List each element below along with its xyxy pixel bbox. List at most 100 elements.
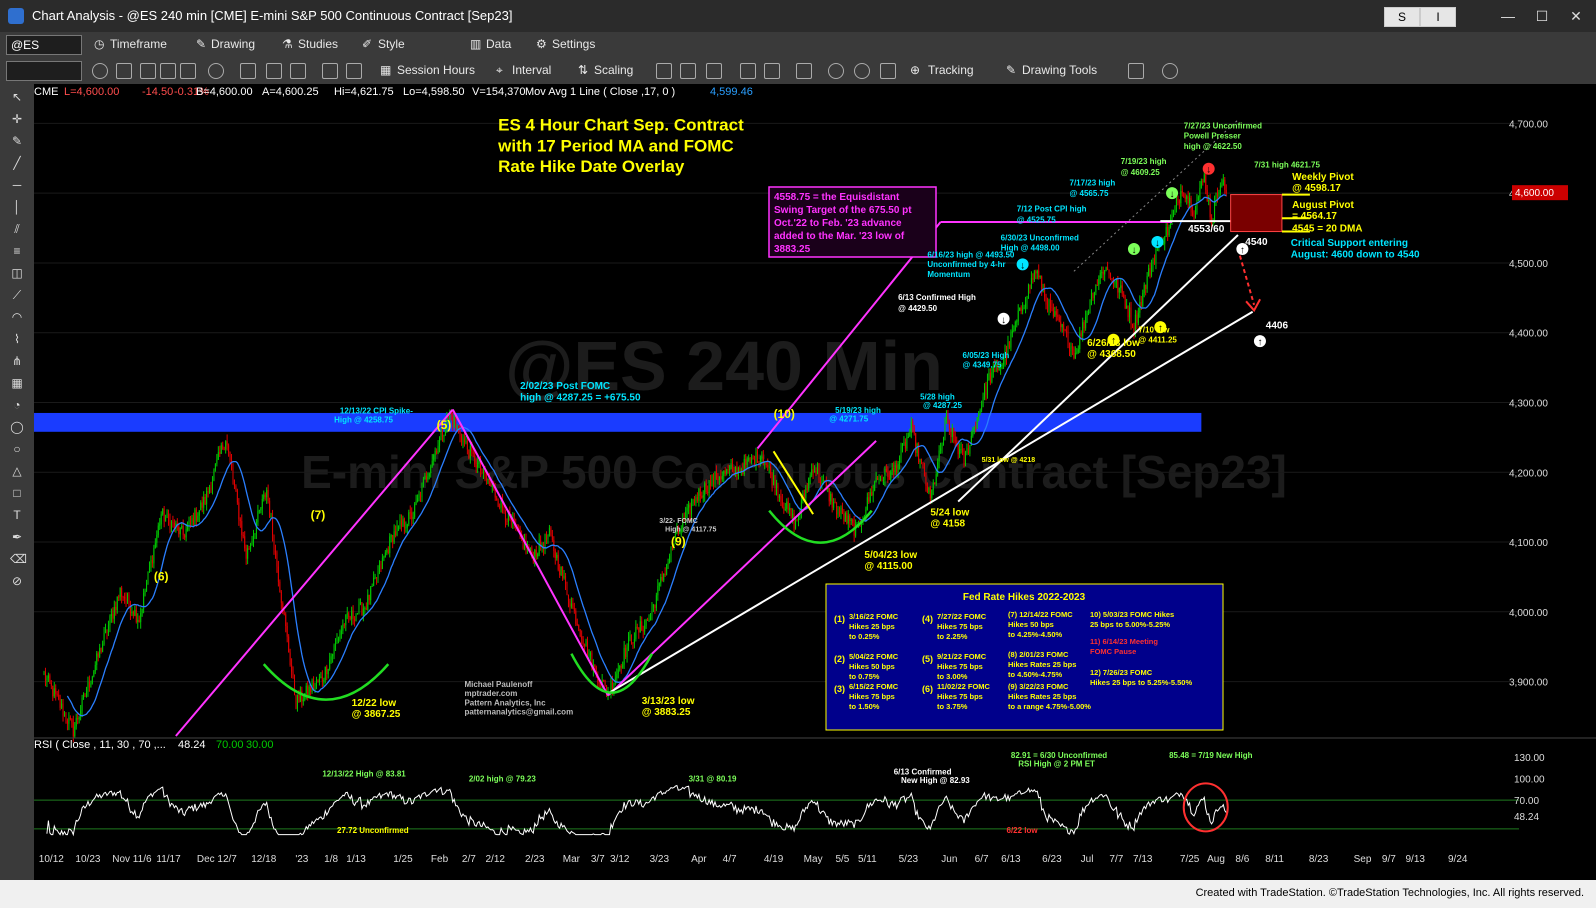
doc-icon[interactable] — [140, 63, 156, 79]
insert-icon[interactable] — [160, 63, 176, 79]
candle — [398, 525, 400, 531]
candle-body — [979, 409, 981, 414]
candle — [1173, 209, 1175, 218]
date-tick-label: Mar — [563, 854, 581, 865]
circle-icon[interactable]: ○ — [10, 442, 24, 456]
grid-icon[interactable]: ▦ — [10, 376, 24, 390]
fed-entry-line: 11/02/22 FOMC — [937, 682, 991, 691]
candle-icon[interactable] — [266, 63, 282, 79]
zoom-out-icon[interactable] — [854, 63, 870, 79]
equidistant-target-box: 4558.75 = the EquisdistantSwing Target o… — [768, 186, 937, 258]
symbol-input[interactable]: @ES — [6, 35, 82, 55]
widen-icon[interactable] — [764, 63, 780, 79]
candle — [1120, 278, 1122, 293]
candle-body — [701, 495, 703, 498]
settings-menu[interactable]: Settings — [552, 37, 595, 51]
studies-menu[interactable]: Studies — [298, 37, 338, 51]
candle — [455, 417, 457, 431]
s-button[interactable]: S — [1384, 7, 1420, 27]
pencil-icon[interactable]: ✎ — [10, 134, 24, 148]
hide-icon[interactable]: ⊘ — [10, 574, 24, 588]
chart-label: @ 3867.25 — [352, 709, 401, 720]
trendline-icon[interactable]: ╱ — [10, 156, 24, 170]
candle-body — [113, 606, 115, 619]
arc-icon[interactable]: ◠ — [10, 310, 24, 324]
candle — [579, 629, 581, 638]
bars-icon[interactable] — [680, 63, 696, 79]
rectangle-icon[interactable]: □ — [10, 486, 24, 500]
export-icon[interactable] — [1128, 63, 1144, 79]
candle — [301, 686, 303, 708]
i-button[interactable]: I — [1420, 7, 1456, 27]
tracking-menu[interactable]: Tracking — [928, 63, 974, 77]
timeframe-menu[interactable]: Timeframe — [110, 37, 167, 51]
zoom-in-icon[interactable] — [828, 63, 844, 79]
candle-body — [1173, 211, 1175, 217]
line-icon[interactable] — [290, 63, 306, 79]
chart-area[interactable]: @ES 240 MinE-mini S&P 500 Continuous Con… — [34, 84, 1596, 880]
prev-bar-icon[interactable] — [656, 63, 672, 79]
session-hours-menu[interactable]: Session Hours — [397, 63, 475, 77]
scaling-menu[interactable]: Scaling — [594, 63, 633, 77]
copy-icon[interactable] — [116, 63, 132, 79]
crosshair-icon[interactable]: ✛ — [10, 112, 24, 126]
gann-icon[interactable]: ◫ — [10, 266, 24, 280]
vertical-line-icon[interactable]: │ — [10, 200, 24, 214]
channel-icon[interactable]: ⫽ — [10, 222, 24, 236]
chart-label: High @ 4117.75 — [665, 527, 716, 534]
bar-icon[interactable] — [240, 63, 256, 79]
horizontal-line-icon[interactable]: ─ — [10, 178, 24, 192]
candle — [774, 475, 776, 496]
candle-body — [93, 671, 95, 677]
candle-body — [245, 548, 247, 559]
ellipse-icon[interactable]: ◯ — [10, 420, 24, 434]
style-menu[interactable]: Style — [378, 37, 405, 51]
text-icon[interactable]: T — [10, 508, 24, 522]
header-field: A=4,600.25 — [262, 86, 319, 98]
fit-icon[interactable] — [880, 63, 896, 79]
candle-body — [52, 685, 54, 697]
candle-body — [874, 481, 876, 491]
candle — [710, 474, 712, 490]
maximize-button[interactable]: ☐ — [1528, 6, 1556, 26]
candle-body — [461, 436, 463, 443]
candle-body — [151, 559, 153, 564]
magnify-icon[interactable] — [180, 63, 196, 79]
erase-icon[interactable]: ⌫ — [10, 552, 27, 566]
drawing-menu[interactable]: Drawing — [211, 37, 255, 51]
candle-body — [68, 717, 70, 724]
cycle-icon[interactable]: ◔ — [10, 398, 24, 412]
candle — [156, 530, 158, 548]
pen-icon[interactable]: ✒ — [10, 530, 24, 544]
fibonacci-icon[interactable]: ≡ — [10, 244, 24, 258]
candle — [1077, 345, 1079, 354]
interval-menu[interactable]: Interval — [512, 63, 551, 77]
chart-label: @ 4368.50 — [1087, 349, 1136, 360]
expand-icon[interactable] — [346, 63, 362, 79]
minimize-button[interactable]: — — [1494, 6, 1522, 26]
triangle-icon[interactable]: △ — [10, 464, 24, 478]
next-bar-icon[interactable] — [706, 63, 722, 79]
pointer-icon[interactable]: ↖ — [10, 90, 24, 104]
zoom-icon[interactable] — [322, 63, 338, 79]
close-button[interactable]: ✕ — [1562, 6, 1590, 26]
workspace-select[interactable] — [6, 61, 82, 81]
chat-icon[interactable] — [1162, 63, 1178, 79]
candle — [102, 640, 104, 653]
compress-icon[interactable] — [740, 63, 756, 79]
drawing-tools-menu[interactable]: Drawing Tools — [1022, 63, 1097, 77]
candle-body — [390, 535, 392, 537]
data-menu[interactable]: Data — [486, 37, 511, 51]
chart-label: (6) — [154, 569, 169, 583]
scroll-icon[interactable] — [796, 63, 812, 79]
candle — [887, 466, 889, 483]
candle — [349, 615, 351, 621]
refresh-icon[interactable] — [208, 63, 224, 79]
pitchfork-icon[interactable]: ⋔ — [10, 354, 24, 368]
regression-icon[interactable]: ⌇ — [10, 332, 24, 346]
candle-body — [481, 471, 483, 473]
candle — [185, 523, 187, 542]
speedline-icon[interactable]: ⟋ — [10, 288, 24, 302]
link-icon[interactable] — [92, 63, 108, 79]
candle — [811, 463, 813, 478]
